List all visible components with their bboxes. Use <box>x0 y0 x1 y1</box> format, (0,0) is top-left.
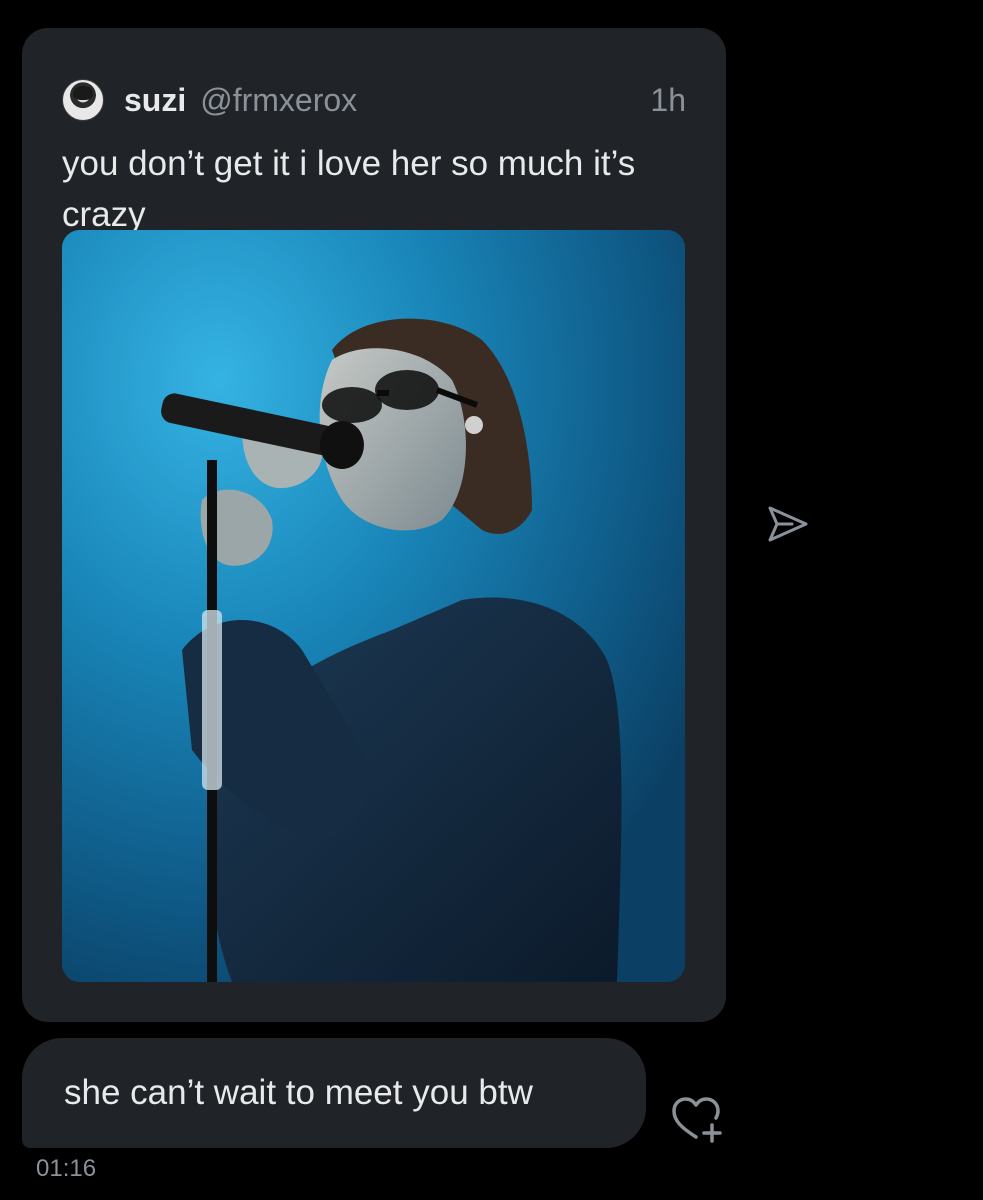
display-name[interactable]: suzi <box>124 82 186 119</box>
concert-photo <box>62 230 685 982</box>
handle[interactable]: @frmxerox <box>200 82 357 119</box>
dm-conversation: suzi @frmxerox 1h you don’t get it i lov… <box>0 0 983 1200</box>
quoted-post-card[interactable]: suzi @frmxerox 1h you don’t get it i lov… <box>22 28 726 1022</box>
post-photo[interactable] <box>62 230 685 982</box>
post-timestamp: 1h <box>650 81 686 118</box>
add-reaction-icon[interactable] <box>670 1095 726 1145</box>
message-text: she can’t wait to meet you btw <box>64 1073 533 1112</box>
message-bubble[interactable]: she can’t wait to meet you btw <box>22 1038 646 1148</box>
message-timestamp: 01:16 <box>36 1155 97 1182</box>
post-text: you don’t get it i love her so much it’s… <box>62 144 636 234</box>
avatar[interactable] <box>62 79 104 121</box>
share-icon[interactable] <box>766 504 810 544</box>
post-header: suzi @frmxerox 1h <box>62 78 686 122</box>
